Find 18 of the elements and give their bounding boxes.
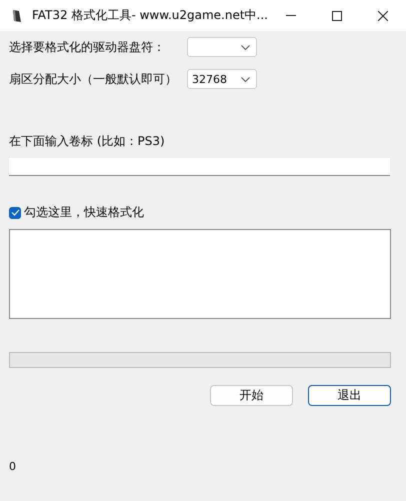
minimize-icon <box>286 15 296 16</box>
log-text-area[interactable] <box>9 229 391 319</box>
chevron-icon <box>241 44 250 50</box>
drive-label: 选择要格式化的驱动器盘符： <box>9 38 166 56</box>
cluster-size-label: 扇区分配大小（一般默认即可） <box>9 70 178 88</box>
quick-format-checkbox[interactable] <box>9 206 21 218</box>
close-icon <box>378 10 388 20</box>
maximize-icon <box>332 10 342 20</box>
status-text: 0 <box>9 460 17 473</box>
volume-label: 在下面输入卷标 (比如：PS3) <box>9 133 166 150</box>
volume-input-field[interactable] <box>9 158 390 176</box>
window-title: FAT32 格式化工具- www.u2game.net中... <box>32 7 268 24</box>
action-button[interactable]: 退出 <box>308 385 391 406</box>
quick-format-label: 勾选这里，快速格式化 <box>24 204 144 221</box>
cluster-size-dropdown[interactable]: 32768 <box>187 69 257 89</box>
action-button[interactable]: 开始 <box>210 385 293 406</box>
app-icon <box>12 8 22 22</box>
chevron-icon <box>241 76 250 82</box>
